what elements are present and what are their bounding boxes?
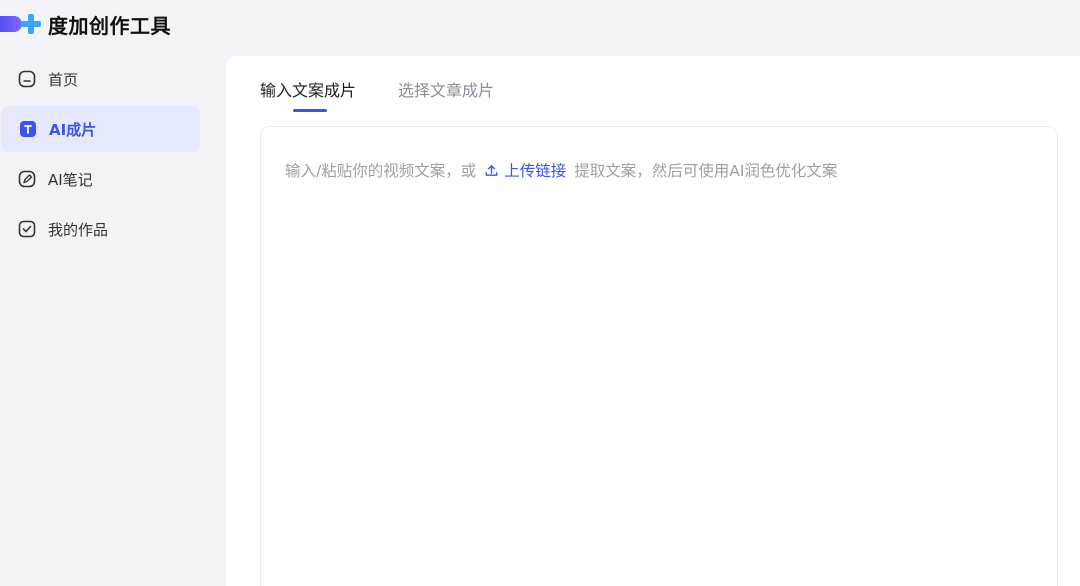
app-logo[interactable]: 度加创作工具 (0, 8, 171, 40)
app-root: 度加创作工具 首页 AI成片 AI笔记 我的作品 输入文案成片 选择文章成片 输… (0, 0, 1080, 586)
sidebar-item-home[interactable]: 首页 (0, 56, 202, 102)
app-title: 度加创作工具 (48, 13, 171, 38)
placeholder-text-before: 输入/粘贴你的视频文案，或 (285, 162, 477, 180)
sidebar-item-label: 我的作品 (48, 220, 109, 239)
sidebar-item-label: 首页 (48, 70, 79, 89)
upload-link-button[interactable]: 上传链接 (484, 159, 566, 181)
tab-label: 输入文案成片 (260, 81, 357, 100)
tab-bar: 输入文案成片 选择文章成片 (260, 78, 536, 112)
script-editor[interactable]: 输入/粘贴你的视频文案，或 上传链接 提取文案，然后可使用AI润色优化文案 (260, 126, 1058, 586)
logo-icon (0, 12, 44, 36)
home-icon (18, 70, 36, 88)
placeholder-text-after: 提取文案，然后可使用AI润色优化文案 (574, 162, 838, 180)
main-panel: 输入文案成片 选择文章成片 输入/粘贴你的视频文案，或 上传链接 提取文案，然后… (226, 56, 1080, 586)
upload-link-label: 上传链接 (504, 162, 567, 180)
tab-active-indicator (293, 109, 327, 112)
editor-placeholder: 输入/粘贴你的视频文案，或 上传链接 提取文案，然后可使用AI润色优化文案 (285, 159, 837, 181)
sidebar-item-label: AI成片 (49, 120, 97, 139)
sidebar: 首页 AI成片 AI笔记 我的作品 (0, 56, 210, 256)
sidebar-item-ai-notes[interactable]: AI笔记 (0, 156, 202, 202)
pen-icon (18, 170, 36, 188)
sidebar-item-label: AI笔记 (48, 170, 93, 189)
upload-icon (485, 164, 498, 176)
check-box-icon (18, 220, 36, 238)
text-badge-icon (19, 120, 37, 138)
tab-label: 选择文章成片 (398, 81, 495, 100)
sidebar-item-ai-video[interactable]: AI成片 (1, 106, 200, 152)
tab-input-script[interactable]: 输入文案成片 (260, 78, 356, 112)
sidebar-item-my-works[interactable]: 我的作品 (0, 206, 202, 252)
tab-select-article[interactable]: 选择文章成片 (398, 78, 494, 112)
